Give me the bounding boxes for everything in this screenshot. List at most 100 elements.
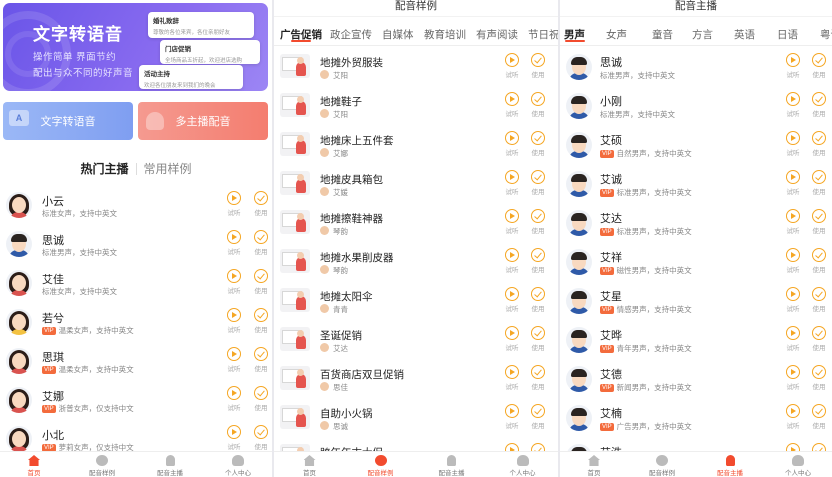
- list-item[interactable]: 艾德 VIP 新闻男声，支持中英文 试听 使用: [560, 360, 832, 399]
- list-item[interactable]: 艾晔 VIP 青年男声，支持中英文 试听 使用: [560, 321, 832, 360]
- list-item[interactable]: 思诚 标准男声，支持中英文 试听 使用: [560, 48, 832, 87]
- tab-5[interactable]: 日语: [777, 20, 798, 42]
- list-item[interactable]: 地摊太阳伞 青青 试听 使用: [274, 282, 558, 321]
- tab-hot-anchors[interactable]: 热门主播: [80, 160, 128, 177]
- list-item[interactable]: 地摊鞋子 艾阳 试听 使用: [274, 87, 558, 126]
- preview-button[interactable]: 试听: [785, 209, 801, 235]
- use-button[interactable]: 使用: [253, 308, 269, 334]
- list-item[interactable]: 思琪 VIP 温柔女声，支持中英文 试听 使用: [0, 342, 272, 381]
- nav-item-home[interactable]: 首页: [560, 452, 628, 477]
- tab-common-samples[interactable]: 常用样例: [144, 160, 192, 177]
- preview-button[interactable]: 试听: [785, 365, 801, 391]
- preview-button[interactable]: 试听: [226, 308, 242, 334]
- use-button[interactable]: 使用: [253, 347, 269, 373]
- use-button[interactable]: 使用: [253, 425, 269, 451]
- preview-button[interactable]: 试听: [785, 404, 801, 430]
- tab-4[interactable]: 有声阅读: [476, 20, 518, 42]
- preview-button[interactable]: 试听: [226, 269, 242, 295]
- preview-button[interactable]: 试听: [226, 347, 242, 373]
- tts-banner[interactable]: 文字转语音 操作简单 界面节约 配出与众不同的好声音 婚礼致辞 尊敬的各位来宾，…: [3, 3, 268, 91]
- preview-button[interactable]: 试听: [504, 404, 520, 430]
- nav-item-wave[interactable]: 配音样例: [345, 452, 416, 477]
- nav-item-mic[interactable]: 配音主播: [696, 452, 764, 477]
- use-button[interactable]: 使用: [811, 326, 827, 352]
- preview-button[interactable]: 试听: [504, 131, 520, 157]
- preview-button[interactable]: 试听: [785, 92, 801, 118]
- use-button[interactable]: 使用: [811, 53, 827, 79]
- list-item[interactable]: 艾佳 标准女声，支持中英文 试听 使用: [0, 264, 272, 303]
- preview-button[interactable]: 试听: [504, 170, 520, 196]
- tts-button[interactable]: A 文字转语音: [3, 102, 133, 140]
- use-button[interactable]: 使用: [530, 92, 546, 118]
- use-button[interactable]: 使用: [811, 287, 827, 313]
- tab-2[interactable]: 童音: [652, 20, 673, 42]
- preview-button[interactable]: 试听: [504, 248, 520, 274]
- list-item[interactable]: 地摊外贸服装 艾阳 试听 使用: [274, 48, 558, 87]
- use-button[interactable]: 使用: [811, 92, 827, 118]
- preview-button[interactable]: 试听: [785, 326, 801, 352]
- use-button[interactable]: 使用: [811, 209, 827, 235]
- list-item[interactable]: 小刚 标准男声，支持中英文 试听 使用: [560, 87, 832, 126]
- use-button[interactable]: 使用: [530, 131, 546, 157]
- preview-button[interactable]: 试听: [504, 92, 520, 118]
- tab-6[interactable]: 粤语: [820, 20, 832, 42]
- nav-item-user[interactable]: 个人中心: [487, 452, 558, 477]
- use-button[interactable]: 使用: [811, 131, 827, 157]
- list-item[interactable]: 圣诞促销 艾达 试听 使用: [274, 321, 558, 360]
- use-button[interactable]: 使用: [253, 191, 269, 217]
- use-button[interactable]: 使用: [253, 269, 269, 295]
- nav-item-mic[interactable]: 配音主播: [136, 452, 204, 477]
- list-item[interactable]: 艾达 VIP 标准男声，支持中英文 试听 使用: [560, 204, 832, 243]
- preview-button[interactable]: 试听: [785, 53, 801, 79]
- multi-anchor-button[interactable]: 多主播配音: [138, 102, 268, 140]
- nav-item-wave[interactable]: 配音样例: [68, 452, 136, 477]
- preview-button[interactable]: 试听: [226, 386, 242, 412]
- use-button[interactable]: 使用: [530, 365, 546, 391]
- use-button[interactable]: 使用: [530, 326, 546, 352]
- preview-button[interactable]: 试听: [226, 191, 242, 217]
- list-item[interactable]: 小云 标准女声，支持中英文 试听 使用: [0, 186, 272, 225]
- list-item[interactable]: 地摊水果削皮器 琴韵 试听 使用: [274, 243, 558, 282]
- list-item[interactable]: 思诚 标准男声，支持中英文 试听 使用: [0, 225, 272, 264]
- use-button[interactable]: 使用: [811, 170, 827, 196]
- tab-1[interactable]: 女声: [606, 20, 627, 42]
- nav-item-home[interactable]: 首页: [274, 452, 345, 477]
- preview-button[interactable]: 试听: [504, 209, 520, 235]
- list-item[interactable]: 百货商店双旦促销 思佳 试听 使用: [274, 360, 558, 399]
- list-item[interactable]: 艾诚 VIP 标准男声，支持中英文 试听 使用: [560, 165, 832, 204]
- nav-item-home[interactable]: 首页: [0, 452, 68, 477]
- list-item[interactable]: 地摊床上五件套 艾娜 试听 使用: [274, 126, 558, 165]
- list-item[interactable]: 艾硕 VIP 自然男声，支持中英文 试听 使用: [560, 126, 832, 165]
- nav-item-user[interactable]: 个人中心: [764, 452, 832, 477]
- tab-3[interactable]: 教育培训: [424, 20, 466, 42]
- preview-button[interactable]: 试听: [226, 425, 242, 451]
- list-item[interactable]: 地摊擦鞋神器 琴韵 试听 使用: [274, 204, 558, 243]
- list-item[interactable]: 艾娜 VIP 浙普女声，仅支持中文 试听 使用: [0, 381, 272, 420]
- preview-button[interactable]: 试听: [504, 287, 520, 313]
- tab-1[interactable]: 政企宣传: [330, 20, 372, 42]
- use-button[interactable]: 使用: [253, 230, 269, 256]
- list-item[interactable]: 艾楠 VIP 广告男声，支持中英文 试听 使用: [560, 399, 832, 438]
- tab-2[interactable]: 自媒体: [382, 20, 414, 42]
- use-button[interactable]: 使用: [811, 248, 827, 274]
- list-item[interactable]: 自助小火锅 思诚 试听 使用: [274, 399, 558, 438]
- list-item[interactable]: 艾祥 VIP 磁性男声，支持中英文 试听 使用: [560, 243, 832, 282]
- list-item[interactable]: 艾星 VIP 情感男声，支持中英文 试听 使用: [560, 282, 832, 321]
- nav-item-user[interactable]: 个人中心: [204, 452, 272, 477]
- use-button[interactable]: 使用: [811, 404, 827, 430]
- tab-0[interactable]: 男声: [564, 20, 585, 42]
- tab-5[interactable]: 节日祝: [528, 20, 558, 42]
- preview-button[interactable]: 试听: [504, 53, 520, 79]
- preview-button[interactable]: 试听: [785, 170, 801, 196]
- preview-button[interactable]: 试听: [504, 326, 520, 352]
- use-button[interactable]: 使用: [530, 404, 546, 430]
- tab-4[interactable]: 英语: [734, 20, 755, 42]
- preview-button[interactable]: 试听: [785, 248, 801, 274]
- use-button[interactable]: 使用: [253, 386, 269, 412]
- nav-item-mic[interactable]: 配音主播: [416, 452, 487, 477]
- tab-3[interactable]: 方言: [692, 20, 713, 42]
- use-button[interactable]: 使用: [530, 53, 546, 79]
- use-button[interactable]: 使用: [530, 170, 546, 196]
- preview-button[interactable]: 试听: [785, 131, 801, 157]
- use-button[interactable]: 使用: [811, 365, 827, 391]
